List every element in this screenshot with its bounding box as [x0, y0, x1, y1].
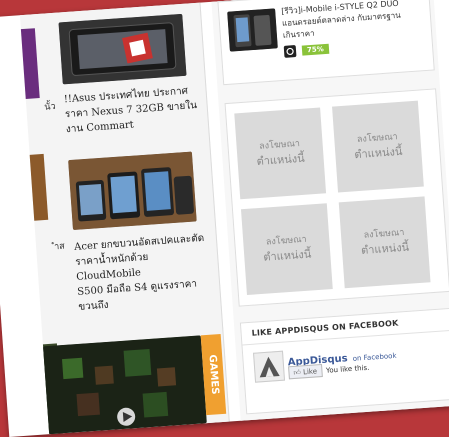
score-badge: 75%	[301, 43, 330, 56]
review-thumbnail[interactable]	[227, 8, 278, 52]
review-title[interactable]: [รีวิว]i-Mobile i-STYLE Q2 DUO แอนดรอยด์…	[281, 0, 429, 42]
page-card: นั้ว ำส !!Asus ประเทศไทย ประกาศ ราคา Nex…	[0, 0, 449, 437]
like-status: You like this.	[325, 363, 370, 375]
like-button-label: Like	[302, 367, 318, 377]
facebook-widget: LIKE APPDISQUS ON FACEBOOK AppDisqus on …	[239, 307, 449, 415]
appdisqus-logo-icon	[259, 356, 280, 378]
partial-thumbnail-strip[interactable]	[29, 153, 49, 221]
post-thumbnail[interactable]	[68, 151, 197, 231]
ad-slot[interactable]: ลงโฆษณา ตำแหน่งนี้	[332, 100, 424, 193]
review-meta: 75%	[283, 43, 330, 58]
game-banner[interactable]	[43, 335, 207, 435]
ad-widget: ลงโฆษณา ตำแหน่งนี้ ลงโฆษณา ตำแหน่งนี้ ลง…	[224, 88, 449, 307]
post-thumbnail[interactable]	[58, 13, 187, 85]
widget-header: LIKE APPDISQUS ON FACEBOOK	[240, 308, 449, 346]
ad-slot[interactable]: ลงโฆษณา ตำแหน่งนี้	[338, 196, 431, 289]
phone-photo	[227, 8, 278, 52]
thumbs-up-icon: 👍︎	[293, 368, 302, 377]
tablet-photo	[58, 13, 187, 85]
game-art	[43, 335, 207, 435]
post-title[interactable]: !!Asus ประเทศไทย ประกาศ ราคา Nexus 7 32G…	[63, 83, 206, 138]
left-column: นั้ว ำส !!Asus ประเทศไทย ประกาศ ราคา Nex…	[19, 2, 230, 435]
widget-title: LIKE APPDISQUS ON FACEBOOK	[251, 318, 399, 338]
ad-label: ตำแหน่งนี้	[360, 240, 410, 257]
phones-photo	[68, 151, 197, 231]
ad-slot[interactable]: ลงโฆษณา ตำแหน่งนี้	[234, 107, 327, 200]
ad-slot[interactable]: ลงโฆษณา ตำแหน่งนี้	[240, 203, 333, 296]
ad-label: ตำแหน่งนี้	[256, 151, 306, 169]
right-sidebar: [รีวิว]i-Mobile i-STYLE Q2 DUO แอนดรอยด์…	[211, 0, 449, 421]
partial-thumbnail-strip[interactable]	[20, 28, 40, 100]
ad-label: ตำแหน่งนี้	[353, 144, 403, 162]
left-edge-fragment: นั้ว	[44, 101, 56, 113]
page-avatar[interactable]	[253, 350, 286, 383]
post-title[interactable]: Acer ยกขบวนอัดสเปคและตัด ราคาน้ำหนักด้วย…	[74, 230, 219, 315]
like-button[interactable]: 👍︎ Like	[288, 364, 323, 380]
ad-label: ตำแหน่งนี้	[262, 247, 312, 264]
games-tab[interactable]: GAMES	[200, 333, 227, 416]
left-edge-fragment: ำส	[53, 241, 66, 253]
review-widget: [รีวิว]i-Mobile i-STYLE Q2 DUO แอนดรอยด์…	[217, 0, 435, 86]
comment-icon	[283, 45, 297, 58]
